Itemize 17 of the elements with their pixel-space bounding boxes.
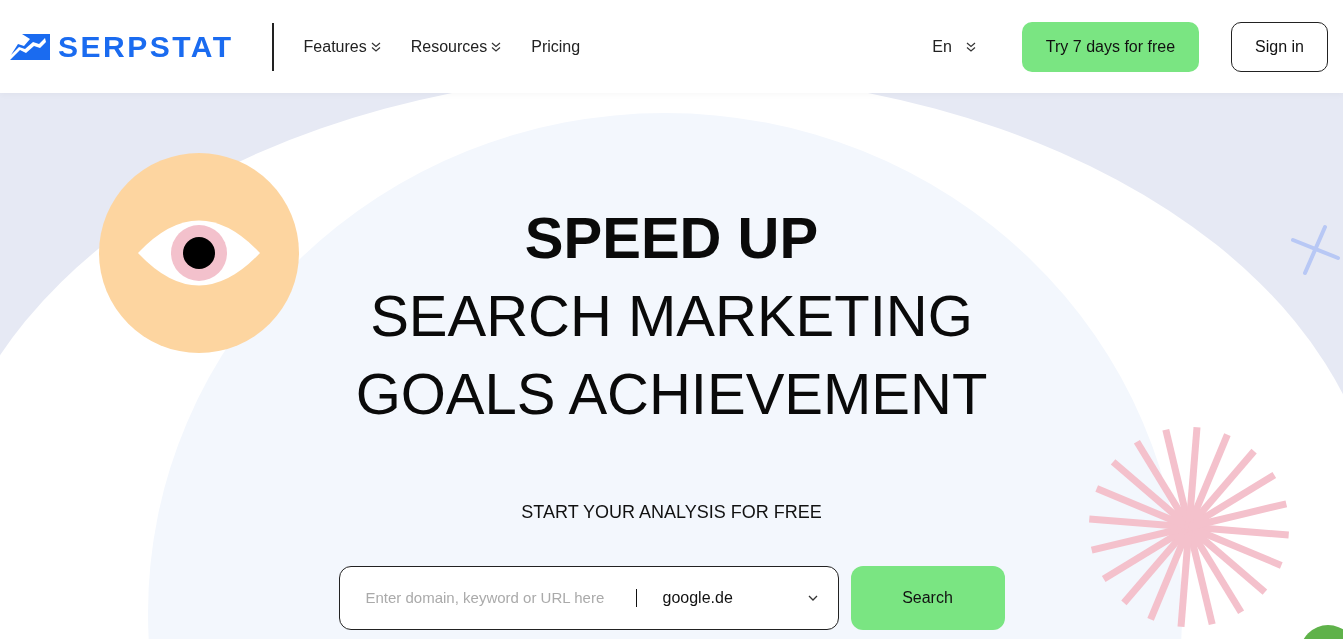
free-trial-button[interactable]: Try 7 days for free [1021, 21, 1200, 72]
nav-link[interactable]: Features [303, 34, 381, 59]
hero-title-line: SEARCH MARKETING [370, 282, 973, 350]
cross-icon [1291, 225, 1340, 275]
nav-link[interactable]: Resources [410, 34, 502, 59]
nav-link[interactable]: Pricing [531, 34, 581, 59]
logo[interactable]: SERPSTAT [10, 31, 234, 62]
search-button[interactable]: Search [850, 566, 1005, 630]
chevron-down-icon [807, 595, 818, 601]
search-field[interactable]: Enter domain, keyword or URL here google.de [338, 566, 839, 630]
sign-in-button[interactable]: Sign in [1231, 21, 1328, 72]
search-engine-dropdown[interactable]: google.de [662, 586, 818, 610]
hero-subtitle: START YOUR ANALYSIS FOR FREE [521, 501, 822, 524]
language-selector[interactable]: En [932, 34, 976, 59]
hero-title-line: SPEED UP [524, 204, 819, 272]
double-chevron-icon [965, 41, 976, 52]
hero-title-line: GOALS ACHIEVEMENT [355, 360, 988, 428]
